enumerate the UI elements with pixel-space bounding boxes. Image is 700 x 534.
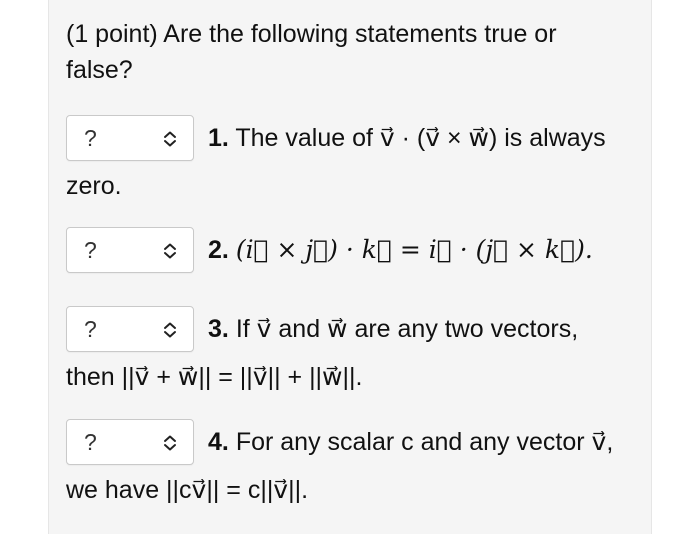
question-1: ? 1. The value of v⃗ · (v⃗ × w⃗) is alwa… bbox=[66, 115, 646, 207]
answer-select-3[interactable]: ? bbox=[66, 306, 194, 352]
question-text: For any scalar c and any vector v⃗, bbox=[235, 428, 614, 456]
problem-prompt: (1 point) Are the following statements t… bbox=[66, 20, 557, 84]
answer-select-value: ? bbox=[84, 316, 97, 342]
question-3: ? 3. If v⃗ and w⃗ are any two vectors, t… bbox=[66, 306, 646, 398]
answer-select-value: ? bbox=[84, 237, 97, 263]
question-text: The value of v⃗ · (v⃗ × w⃗) is always bbox=[235, 124, 606, 152]
question-text-continued: we have ||cv⃗|| = c||v⃗||. bbox=[66, 476, 309, 504]
question-2: ? 2. (i⃗ × j⃗) · k⃗ = i⃗ · (j⃗ × k⃗). bbox=[66, 227, 646, 273]
question-number: 1. bbox=[208, 124, 229, 152]
question-number: 3. bbox=[208, 315, 229, 343]
question-text-continued: then ||v⃗ + w⃗|| = ||v⃗|| + ||w⃗||. bbox=[66, 363, 363, 391]
answer-select-1[interactable]: ? bbox=[66, 115, 194, 161]
chevron-updown-icon bbox=[164, 435, 176, 451]
chevron-updown-icon bbox=[164, 243, 176, 259]
answer-select-2[interactable]: ? bbox=[66, 227, 194, 273]
question-number: 2. bbox=[208, 236, 229, 264]
answer-select-4[interactable]: ? bbox=[66, 419, 194, 465]
chevron-updown-icon bbox=[164, 131, 176, 147]
answer-select-value: ? bbox=[84, 125, 97, 151]
question-number: 4. bbox=[208, 428, 229, 456]
chevron-updown-icon bbox=[164, 322, 176, 338]
question-text: (i⃗ × j⃗) · k⃗ = i⃗ · (j⃗ × k⃗). bbox=[235, 235, 593, 264]
question-text-continued: zero. bbox=[66, 172, 122, 200]
answer-select-value: ? bbox=[84, 429, 97, 455]
question-4: ? 4. For any scalar c and any vector v⃗,… bbox=[66, 419, 646, 511]
question-text: If v⃗ and w⃗ are any two vectors, bbox=[235, 315, 579, 343]
